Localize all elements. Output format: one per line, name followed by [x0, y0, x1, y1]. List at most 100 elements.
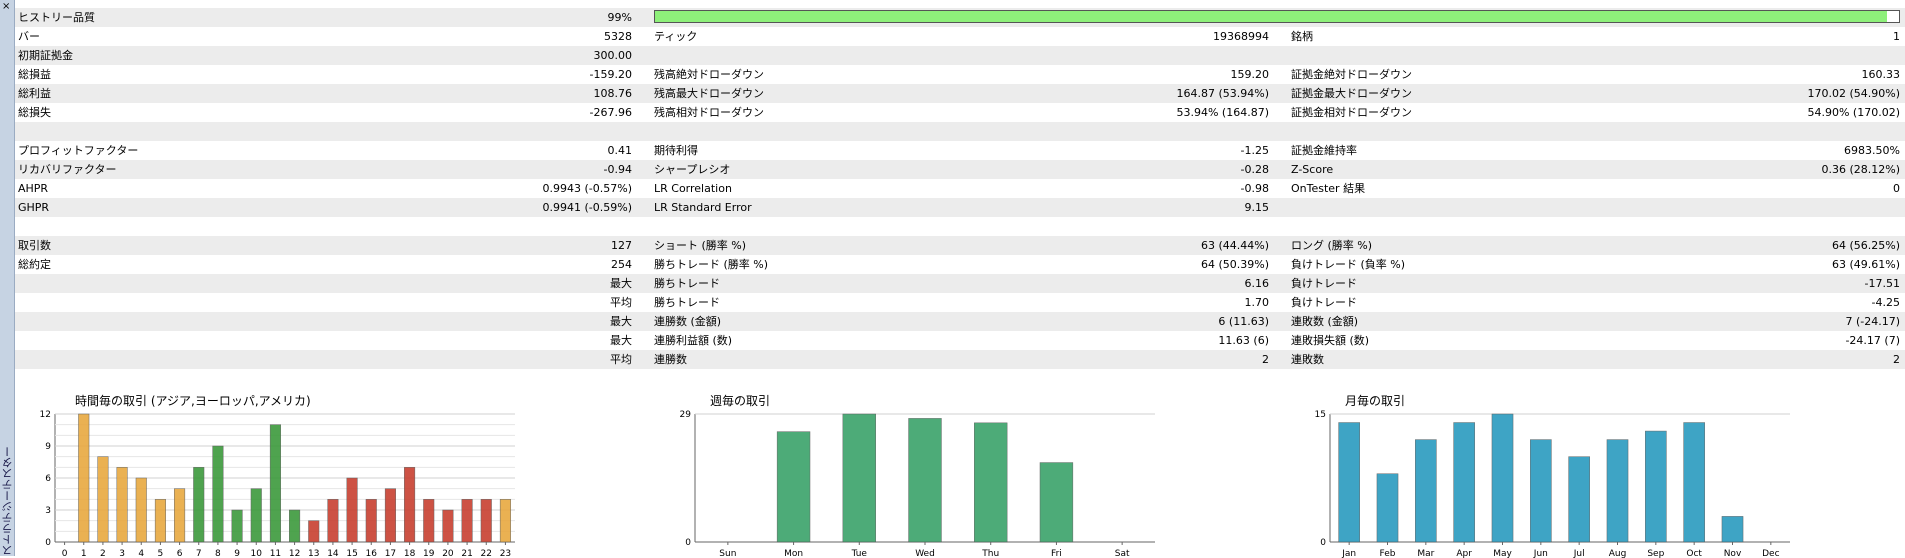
bar — [308, 520, 320, 543]
y-tick-label: 12 — [40, 410, 51, 420]
report-row: 取引数 127 ショート (勝率 %) 63 (44.44%) ロング (勝率 %) 64… — [15, 236, 1905, 255]
report-value-col3: 63 (49.61%) — [1831, 258, 1900, 271]
bar — [1683, 422, 1705, 543]
report-label-col2: LR Correlation — [654, 182, 732, 195]
x-tick-label: 21 — [461, 549, 472, 558]
y-tick-label: 3 — [45, 506, 51, 516]
x-tick-label: 7 — [196, 549, 202, 558]
report-value-col2: 11.63 (6) — [1218, 334, 1269, 347]
x-tick-label: Sep — [1647, 549, 1664, 558]
bar — [1721, 516, 1744, 543]
report-row: 平均 勝ちトレード 1.70 負けトレード -4.25 — [15, 293, 1905, 312]
report-label-col2: ティック — [654, 30, 698, 43]
report-value-col3: 0 — [1893, 182, 1900, 195]
report-row: 総利益 108.76 残高最大ドローダウン 164.87 (53.94%) 証拠金最大ド… — [15, 84, 1905, 103]
report-row: 総約定 254 勝ちトレード (勝率 %) 64 (50.39%) 負けトレード (負率… — [15, 255, 1905, 274]
bar — [78, 413, 90, 543]
report-label-col1: ヒストリー品質 — [18, 11, 95, 24]
report-label-col1: AHPR — [18, 182, 49, 195]
report-label-col2: 残高相対ドローダウン — [654, 106, 764, 119]
x-tick-label: 2 — [100, 549, 106, 558]
report-row: GHPR 0.9941 (-0.59%) LR Standard Error 9.15 — [15, 198, 1905, 217]
close-icon[interactable]: × — [2, 2, 10, 12]
bar — [1376, 473, 1399, 543]
report-value-col1: 99% — [607, 11, 632, 24]
x-tick-label: 22 — [481, 549, 492, 558]
x-tick-label: Mon — [784, 549, 803, 558]
report-row: 総損益 -159.20 残高絶対ドローダウン 159.20 証拠金絶対ドローダウン 160… — [15, 65, 1905, 84]
bar — [231, 509, 243, 543]
x-tick-label: 5 — [158, 549, 164, 558]
y-tick-label: 15 — [1315, 410, 1326, 420]
report-value-col2: 164.87 (53.94%) — [1176, 87, 1269, 100]
report-value-col2: 19368994 — [1213, 30, 1269, 43]
chart-title: 時間毎の取引 (アジア,ヨーロッパ,アメリカ) — [75, 394, 311, 408]
bar — [1453, 422, 1475, 543]
report-row: 最大 勝ちトレード 6.16 負けトレード -17.51 — [15, 274, 1905, 293]
report-label-col1: バー — [18, 30, 40, 43]
bar — [346, 477, 358, 543]
report-value-col2: 63 (44.44%) — [1200, 239, 1269, 252]
x-tick-label: Jan — [1341, 549, 1356, 558]
report-label-col1: リカバリファクター — [18, 163, 117, 176]
report-label-col2: LR Standard Error — [654, 201, 752, 214]
report-value-col3: 160.33 — [1861, 68, 1901, 81]
bar — [384, 488, 396, 543]
report-row: 総損失 -267.96 残高相対ドローダウン 53.94% (164.87) 証拠金相対… — [15, 103, 1905, 122]
report-label-col2: 連勝数 (金額) — [654, 315, 722, 328]
report-value-col2: 6 (11.63) — [1218, 315, 1269, 328]
report-label-col2: 期待利得 — [654, 144, 698, 157]
report-value-col3: -24.17 (7) — [1845, 334, 1900, 347]
bar — [480, 499, 492, 543]
report-label-col3: OnTester 結果 — [1291, 182, 1366, 195]
history-quality-bar — [654, 10, 1900, 23]
report-label-col3: 負けトレード (負率 %) — [1291, 258, 1406, 271]
report-value-col1: 0.9943 (-0.57%) — [542, 182, 632, 195]
x-tick-label: Mar — [1417, 549, 1434, 558]
report-value-col3: 2 — [1893, 353, 1900, 366]
strategy-tester-sidebar: × ストラテジーテスター — [0, 0, 15, 556]
weekly-trades-plot: 0 29 Sun Mon Tue Wed Thu Fri Sat — [680, 410, 1155, 558]
report-value-col3: -17.51 — [1864, 277, 1900, 290]
y-tick-label: 0 — [685, 538, 691, 548]
report-label-col2: 連勝数 — [654, 353, 687, 366]
bar — [1039, 462, 1074, 543]
report-value-col3: 54.90% (170.02) — [1807, 106, 1900, 119]
report-value-col1: -159.20 — [589, 68, 632, 81]
x-tick-label: 17 — [385, 549, 396, 558]
report-value-col2: 159.20 — [1230, 68, 1270, 81]
report-label-col3: 証拠金維持率 — [1291, 144, 1357, 157]
bar — [174, 488, 186, 543]
x-tick-label: 23 — [500, 549, 511, 558]
report-label-col3: 負けトレード — [1291, 277, 1357, 290]
x-tick-label: 8 — [215, 549, 221, 558]
bar — [116, 467, 128, 543]
y-tick-label: 6 — [45, 474, 51, 484]
report-value-col1: 最大 — [610, 334, 632, 347]
report-label-col1: 初期証拠金 — [18, 49, 73, 62]
report-value-col1: 平均 — [610, 353, 632, 366]
report-value-col1: -267.96 — [589, 106, 632, 119]
report-row: プロフィットファクター 0.41 期待利得 -1.25 証拠金維持率 6983.50% — [15, 141, 1905, 160]
report-value-col2: -0.98 — [1240, 182, 1269, 195]
x-tick-label: Wed — [915, 549, 935, 558]
x-tick-label: Dec — [1762, 549, 1779, 558]
report-value-col2: 1.70 — [1244, 296, 1270, 309]
bar — [499, 499, 511, 543]
report-value-col1: 0.9941 (-0.59%) — [542, 201, 632, 214]
report-label-col2: 連勝利益額 (数) — [654, 334, 733, 347]
report-value-col2: 2 — [1262, 353, 1269, 366]
report-value-col3: 0.36 (28.12%) — [1821, 163, 1900, 176]
report-value-col2: 53.94% (164.87) — [1176, 106, 1269, 119]
report-label-col3: 証拠金相対ドローダウン — [1291, 106, 1412, 119]
x-tick-label: 14 — [327, 549, 339, 558]
x-tick-label: Fri — [1051, 549, 1062, 558]
report-row: AHPR 0.9943 (-0.57%) LR Correlation -0.98 On… — [15, 179, 1905, 198]
chart-title: 週毎の取引 — [710, 394, 771, 408]
bar — [135, 477, 147, 543]
report-label-col3: 証拠金最大ドローダウン — [1291, 87, 1412, 100]
report-row: 平均 連勝数 2 連敗数 2 — [15, 350, 1905, 369]
x-tick-label: 4 — [138, 549, 144, 558]
report-value-col1: 300.00 — [593, 49, 633, 62]
report-value-col1: 254 — [611, 258, 632, 271]
